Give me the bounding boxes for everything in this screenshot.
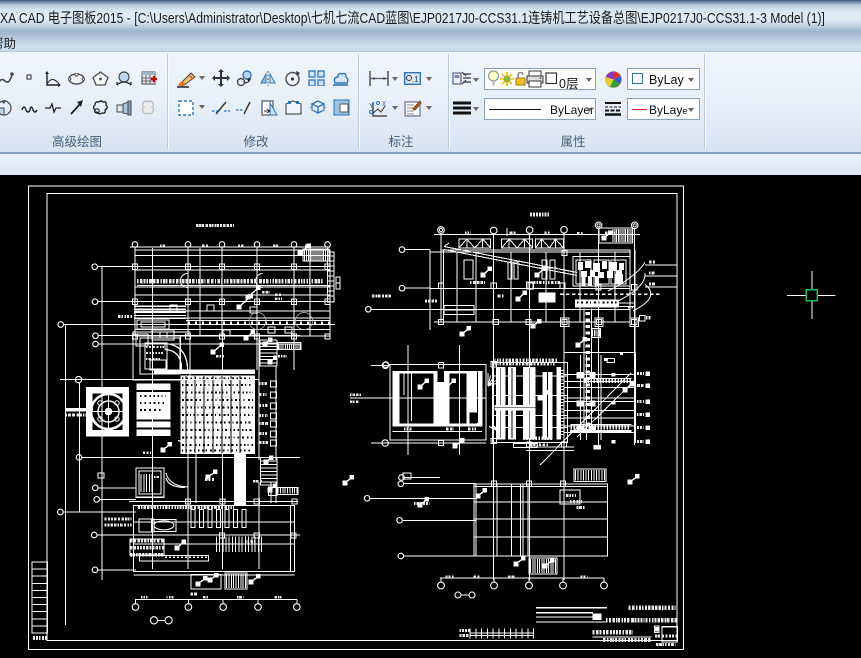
svg-text:X: X bbox=[382, 101, 387, 109]
svg-text:Y: Y bbox=[369, 103, 374, 110]
svg-text:.1: .1 bbox=[412, 75, 419, 84]
